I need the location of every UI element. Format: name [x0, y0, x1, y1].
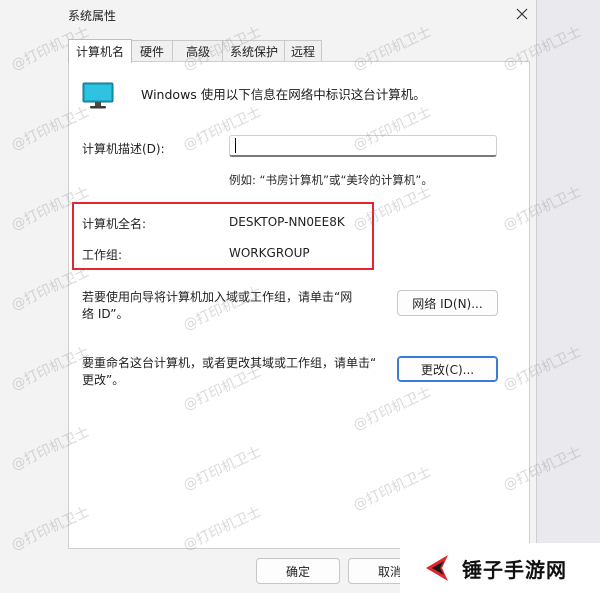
tab-label: 硬件 — [139, 45, 164, 59]
brand-logo-icon — [426, 555, 448, 581]
close-icon — [516, 8, 528, 20]
change-button[interactable]: 更改(C)... — [397, 356, 498, 382]
intro-text: Windows 使用以下信息在网络中标识这台计算机。 — [141, 87, 426, 102]
network-id-text-line2: 络 ID”。 — [82, 307, 129, 321]
rename-text-line1: 要重命名这台计算机，或者更改其域或工作组，请单击“ — [82, 356, 377, 370]
close-button[interactable] — [508, 0, 536, 28]
tab-label: 远程 — [290, 45, 315, 59]
tab-remote[interactable]: 远程 — [284, 40, 322, 62]
tab-hardware[interactable]: 硬件 — [130, 40, 174, 62]
rename-text-line2: 更改”。 — [82, 373, 125, 387]
system-properties-window: 系统属性 计算机名 硬件 高级 系统保护 远程 Windows 使用以下信息在网… — [0, 0, 537, 593]
network-id-button[interactable]: 网络 ID(N)... — [397, 290, 498, 316]
full-name-label: 计算机全名: — [82, 217, 147, 231]
description-label: 计算机描述(D): — [82, 142, 165, 156]
tab-label: 系统保护 — [229, 45, 278, 59]
tab-system-protection[interactable]: 系统保护 — [222, 40, 286, 62]
network-id-text-line1: 若要使用向导将计算机加入域或工作组，请单击“网 — [82, 290, 353, 304]
description-input[interactable] — [229, 135, 497, 157]
rename-text: 要重命名这台计算机，或者更改其域或工作组，请单击“ 更改”。 — [82, 355, 376, 389]
ok-button[interactable]: 确定 — [256, 558, 340, 584]
workgroup-label: 工作组: — [82, 248, 123, 262]
tab-label: 高级 — [185, 45, 210, 59]
network-id-text: 若要使用向导将计算机加入域或工作组，请单击“网 络 ID”。 — [82, 289, 352, 323]
tab-advanced[interactable]: 高级 — [172, 40, 224, 62]
text-caret — [235, 138, 236, 153]
title-bar: 系统属性 — [0, 0, 536, 30]
tab-label: 计算机名 — [75, 45, 124, 59]
computer-monitor-icon — [82, 82, 114, 109]
brand-banner: 锤子手游网 — [400, 543, 600, 593]
tab-computer-name[interactable]: 计算机名 — [68, 39, 132, 63]
workgroup-value: WORKGROUP — [229, 246, 310, 260]
window-title: 系统属性 — [68, 9, 117, 23]
brand-name: 锤子手游网 — [462, 557, 567, 582]
description-example: 例如: “书房计算机”或“美玲的计算机”。 — [229, 173, 433, 187]
full-name-value: DESKTOP-NN0EE8K — [229, 215, 345, 229]
